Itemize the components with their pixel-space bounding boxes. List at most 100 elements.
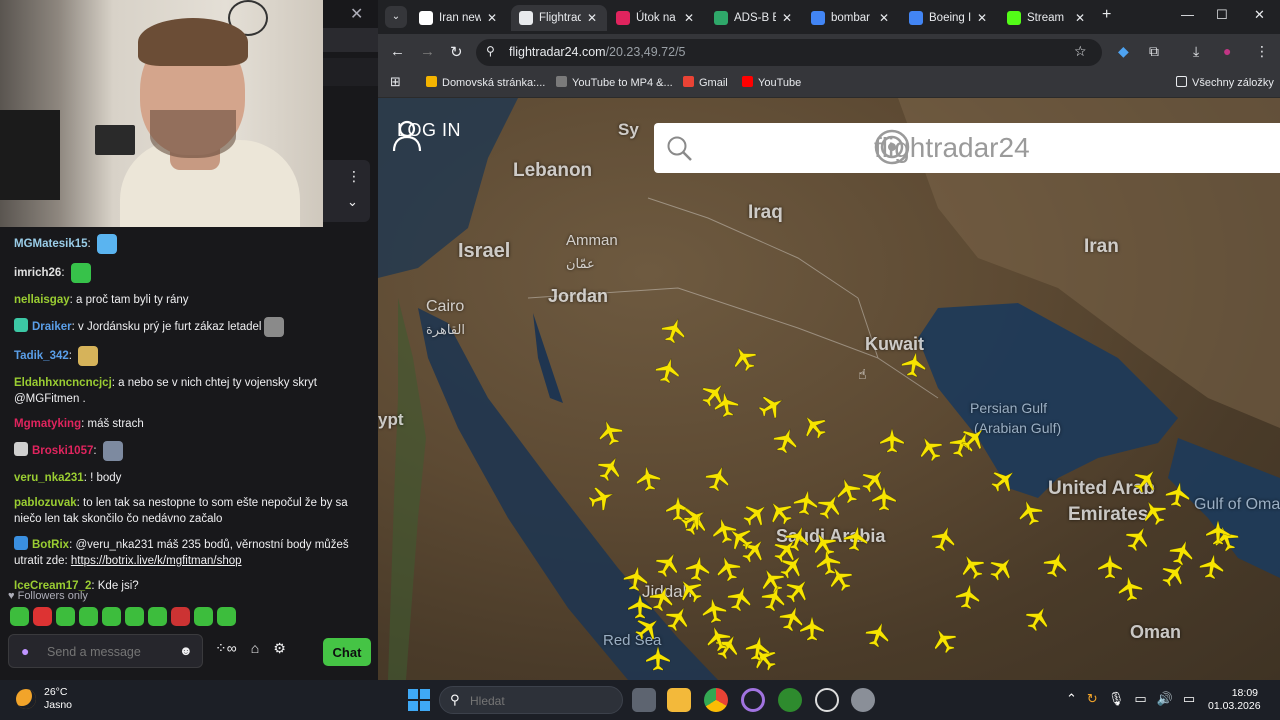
aircraft-icon[interactable] bbox=[645, 645, 671, 671]
aircraft-icon[interactable] bbox=[799, 615, 825, 641]
chat-username[interactable]: Tadik_342 bbox=[14, 350, 69, 362]
browser-tab[interactable]: Boeing I ✕ bbox=[901, 5, 997, 31]
tab-close-icon[interactable]: ✕ bbox=[879, 5, 889, 31]
aircraft-icon[interactable] bbox=[627, 593, 653, 619]
weather-widget[interactable]: 26°C Jasno bbox=[16, 686, 72, 712]
pinned-message[interactable]: ⋮ ⌄ bbox=[323, 160, 370, 222]
microphone-icon[interactable]: ● bbox=[21, 643, 29, 659]
aircraft-icon[interactable] bbox=[928, 624, 961, 657]
aircraft-icon[interactable] bbox=[808, 528, 841, 561]
aircraft-icon[interactable] bbox=[900, 350, 928, 378]
aircraft-icon[interactable] bbox=[755, 390, 788, 423]
emoji-icon[interactable]: ☻ bbox=[179, 643, 193, 658]
chat-username[interactable]: BotRix bbox=[32, 539, 69, 551]
aircraft-icon[interactable] bbox=[593, 452, 626, 485]
aircraft-icon[interactable] bbox=[709, 515, 739, 545]
browser-tab[interactable]: Flightrad ✕ bbox=[511, 5, 607, 31]
forward-icon[interactable]: → bbox=[420, 43, 435, 60]
chat-username[interactable]: Draiker bbox=[32, 321, 72, 333]
browser-tab[interactable]: Iran new ✕ bbox=[411, 5, 507, 31]
emote[interactable] bbox=[148, 607, 167, 626]
aircraft-icon[interactable] bbox=[1116, 574, 1144, 602]
aircraft-icon[interactable] bbox=[739, 497, 773, 531]
aircraft-icon[interactable] bbox=[1015, 497, 1046, 528]
back-icon[interactable]: ← bbox=[390, 43, 405, 60]
chat-username[interactable]: MGMatesik15 bbox=[14, 238, 88, 250]
chat-send-button[interactable]: Chat bbox=[323, 638, 371, 666]
aircraft-icon[interactable] bbox=[586, 483, 617, 514]
aircraft-icon[interactable] bbox=[956, 550, 989, 583]
aircraft-icon[interactable] bbox=[914, 432, 947, 465]
chat-emote[interactable] bbox=[70, 263, 91, 283]
chat-emote[interactable] bbox=[264, 317, 285, 337]
emote[interactable] bbox=[194, 607, 213, 626]
aircraft-icon[interactable] bbox=[792, 488, 820, 516]
menu-icon[interactable]: ⋮ bbox=[1255, 43, 1269, 60]
aircraft-icon[interactable] bbox=[1129, 463, 1163, 497]
aircraft-icon[interactable] bbox=[797, 409, 831, 443]
chat-input-box[interactable]: ● ☻ bbox=[8, 634, 203, 668]
microphone-icon[interactable]: 🎙 bbox=[1108, 691, 1125, 707]
new-tab-icon[interactable]: + bbox=[1102, 6, 1111, 24]
puzzle-icon[interactable]: ⧉ bbox=[1149, 43, 1159, 60]
aircraft-icon[interactable] bbox=[842, 524, 870, 552]
tab-close-icon[interactable]: ✕ bbox=[487, 5, 497, 31]
tab-search-icon[interactable]: ⌄ bbox=[385, 6, 407, 28]
user-badge-icon[interactable] bbox=[14, 318, 28, 333]
settings-icon[interactable] bbox=[851, 688, 875, 712]
start-button[interactable] bbox=[408, 689, 430, 711]
aircraft-icon[interactable] bbox=[700, 596, 728, 624]
volume-icon[interactable]: 🔊 bbox=[1157, 691, 1173, 707]
aircraft-icon[interactable] bbox=[665, 495, 691, 521]
aircraft-icon[interactable] bbox=[661, 602, 694, 635]
profile-avatar[interactable]: ● bbox=[1223, 43, 1231, 59]
aircraft-icon[interactable] bbox=[879, 427, 905, 453]
chat-username[interactable]: Eldahhxncncncjcj bbox=[14, 377, 112, 389]
chat-username[interactable]: veru_nka231 bbox=[14, 472, 84, 484]
aircraft-icon[interactable] bbox=[1166, 537, 1197, 568]
apps-grid-icon[interactable]: ⊞ bbox=[390, 74, 401, 90]
bookmark-item[interactable]: YouTube bbox=[742, 76, 801, 89]
browser-tab[interactable]: Útok na ✕ bbox=[608, 5, 704, 31]
user-badge-icon[interactable] bbox=[14, 442, 28, 457]
bookmark-item[interactable]: Domovská stránka:... bbox=[426, 76, 545, 89]
aircraft-icon[interactable] bbox=[1164, 480, 1192, 508]
tab-close-icon[interactable]: ✕ bbox=[587, 5, 597, 31]
aircraft-icon[interactable] bbox=[724, 583, 755, 614]
bookmark-item[interactable]: YouTube to MP4 &... bbox=[556, 76, 673, 89]
tab-close-icon[interactable]: ✕ bbox=[1075, 5, 1085, 31]
chat-emote[interactable] bbox=[96, 234, 117, 254]
aircraft-icon[interactable] bbox=[1040, 549, 1071, 580]
taskbar-search[interactable]: ⚲ bbox=[439, 686, 623, 714]
emote[interactable] bbox=[102, 607, 121, 626]
aircraft-icon[interactable] bbox=[634, 464, 662, 492]
obs-icon[interactable] bbox=[815, 688, 839, 712]
aircraft-icon[interactable] bbox=[728, 342, 761, 375]
emote[interactable] bbox=[79, 607, 98, 626]
aircraft-icon[interactable] bbox=[781, 573, 815, 607]
chat-message-input[interactable] bbox=[47, 642, 177, 662]
emote[interactable] bbox=[171, 607, 190, 626]
browser-tab[interactable]: bombar ✕ bbox=[803, 5, 899, 31]
aircraft-icon[interactable] bbox=[985, 551, 1019, 585]
aircraft-icon[interactable] bbox=[595, 417, 626, 448]
aircraft-icon[interactable] bbox=[673, 573, 707, 607]
aircraft-icon[interactable] bbox=[658, 315, 689, 346]
emote[interactable] bbox=[33, 607, 52, 626]
aircraft-icon[interactable] bbox=[928, 523, 959, 554]
aircraft-icon[interactable] bbox=[871, 485, 897, 511]
system-clock[interactable]: 18:09 01.03.2026 bbox=[1208, 687, 1261, 713]
tab-close-icon[interactable]: ✕ bbox=[684, 5, 694, 31]
browser-tab[interactable]: Stream ✕ bbox=[999, 5, 1095, 31]
aircraft-icon[interactable] bbox=[622, 564, 650, 592]
chat-username[interactable]: pablozuvak bbox=[14, 497, 77, 509]
store-icon[interactable]: ⌂ bbox=[251, 640, 259, 657]
aircraft-icon[interactable] bbox=[1097, 553, 1123, 579]
network-icon[interactable]: ▭ bbox=[1134, 691, 1146, 707]
chat-username[interactable]: Broski1057 bbox=[32, 445, 93, 457]
close-window-icon[interactable]: ✕ bbox=[1254, 7, 1265, 23]
flight-search-bar[interactable]: flightradar24 bbox=[654, 123, 1280, 173]
aircraft-icon[interactable] bbox=[833, 475, 864, 506]
aircraft-icon[interactable] bbox=[713, 553, 744, 584]
aircraft-icon[interactable] bbox=[703, 623, 734, 654]
